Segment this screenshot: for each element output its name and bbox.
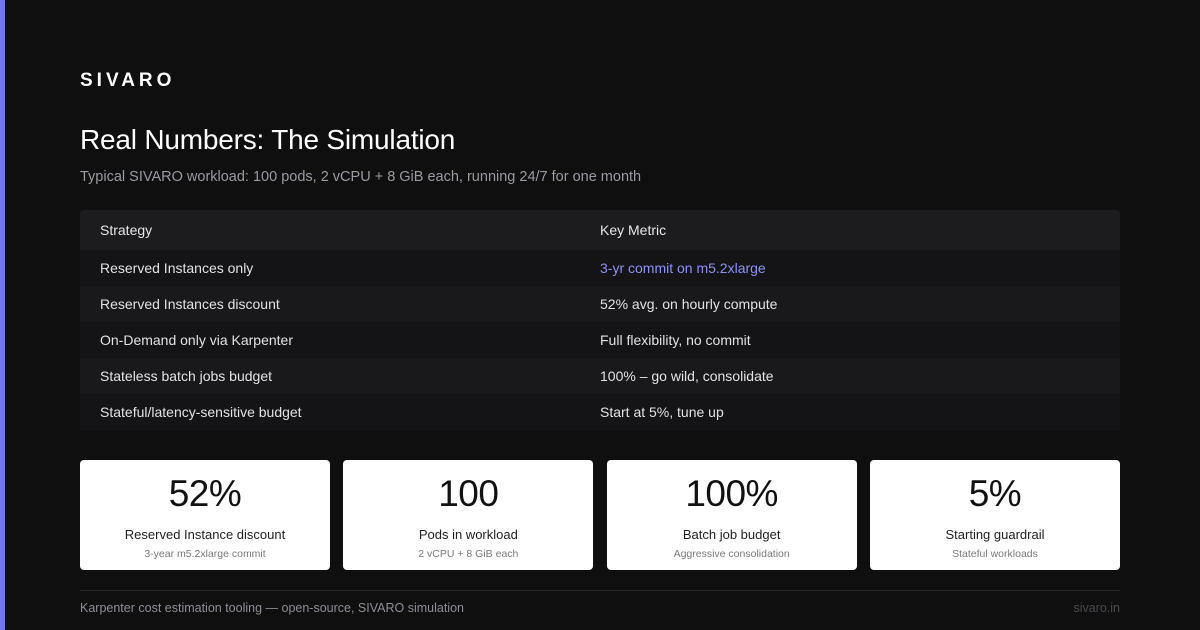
stat-sublabel: Stateful workloads (952, 548, 1038, 560)
stat-label: Pods in workload (418, 527, 518, 542)
footer-caption: Karpenter cost estimation tooling — open… (80, 601, 464, 615)
stat-sublabel: 2 vCPU + 8 GiB each (418, 548, 519, 560)
strategy-cell: On-Demand only via Karpenter (100, 332, 293, 348)
column-header-key-metric: Key Metric (600, 222, 667, 238)
page-subtitle: Typical SIVARO workload: 100 pods, 2 vCP… (80, 169, 642, 185)
metric-cell: Start at 5%, tune up (600, 404, 724, 420)
strategy-cell: Reserved Instances only (100, 260, 254, 276)
table-row: Reserved Instances discount 52% avg. on … (80, 286, 1120, 322)
accent-bar (0, 0, 5, 630)
table-row: On-Demand only via Karpenter Full flexib… (80, 322, 1120, 358)
stat-value: 100 (438, 473, 499, 514)
brand-logo: SIVARO (80, 70, 176, 91)
table-header: Strategy Key Metric (80, 210, 1120, 250)
table-row: Stateless batch jobs budget 100% – go wi… (80, 358, 1120, 394)
strategy-cell: Reserved Instances discount (100, 296, 280, 312)
metric-cell: 52% avg. on hourly compute (600, 296, 778, 312)
table-row: Stateful/latency-sensitive budget Start … (80, 394, 1120, 430)
stat-sublabel: Aggressive consolidation (673, 548, 790, 560)
table-row: Reserved Instances only 3-yr commit on m… (80, 250, 1120, 286)
metric-cell: 100% – go wild, consolidate (600, 368, 774, 384)
stat-value: 52% (168, 473, 242, 514)
footer-divider (80, 590, 1120, 591)
stat-sublabel: 3-year m5.2xlarge commit (144, 548, 266, 560)
metric-cell-highlighted: 3-yr commit on m5.2xlarge (600, 260, 766, 276)
stat-card-batch-budget: 100% Batch job budget Aggressive consoli… (606, 460, 857, 570)
strategy-table: Strategy Key Metric Reserved Instances o… (80, 210, 1120, 430)
table-body: Reserved Instances only 3-yr commit on m… (80, 250, 1120, 430)
slide: SIVARO Real Numbers: The Simulation Typi… (0, 0, 1200, 630)
strategy-cell: Stateful/latency-sensitive budget (100, 404, 302, 420)
stat-card-guardrail: 5% Starting guardrail Stateful workloads (869, 460, 1120, 570)
metric-cell: Full flexibility, no commit (600, 332, 751, 348)
stat-label: Starting guardrail (945, 527, 1045, 542)
stat-value: 5% (968, 473, 1022, 514)
strategy-cell: Stateless batch jobs budget (100, 368, 273, 384)
page-title: Real Numbers: The Simulation (80, 124, 456, 155)
stat-cards: 52% Reserved Instance discount 3-year m5… (80, 460, 1120, 570)
stat-card-ri-discount: 52% Reserved Instance discount 3-year m5… (80, 460, 330, 570)
stat-card-pods: 100 Pods in workload 2 vCPU + 8 GiB each (343, 460, 594, 570)
stat-label: Reserved Instance discount (124, 527, 286, 542)
stat-label: Batch job budget (682, 527, 781, 542)
stat-value: 100% (685, 473, 778, 514)
footer-site-link[interactable]: sivaro.in (1073, 600, 1120, 616)
column-header-strategy: Strategy (100, 222, 153, 238)
